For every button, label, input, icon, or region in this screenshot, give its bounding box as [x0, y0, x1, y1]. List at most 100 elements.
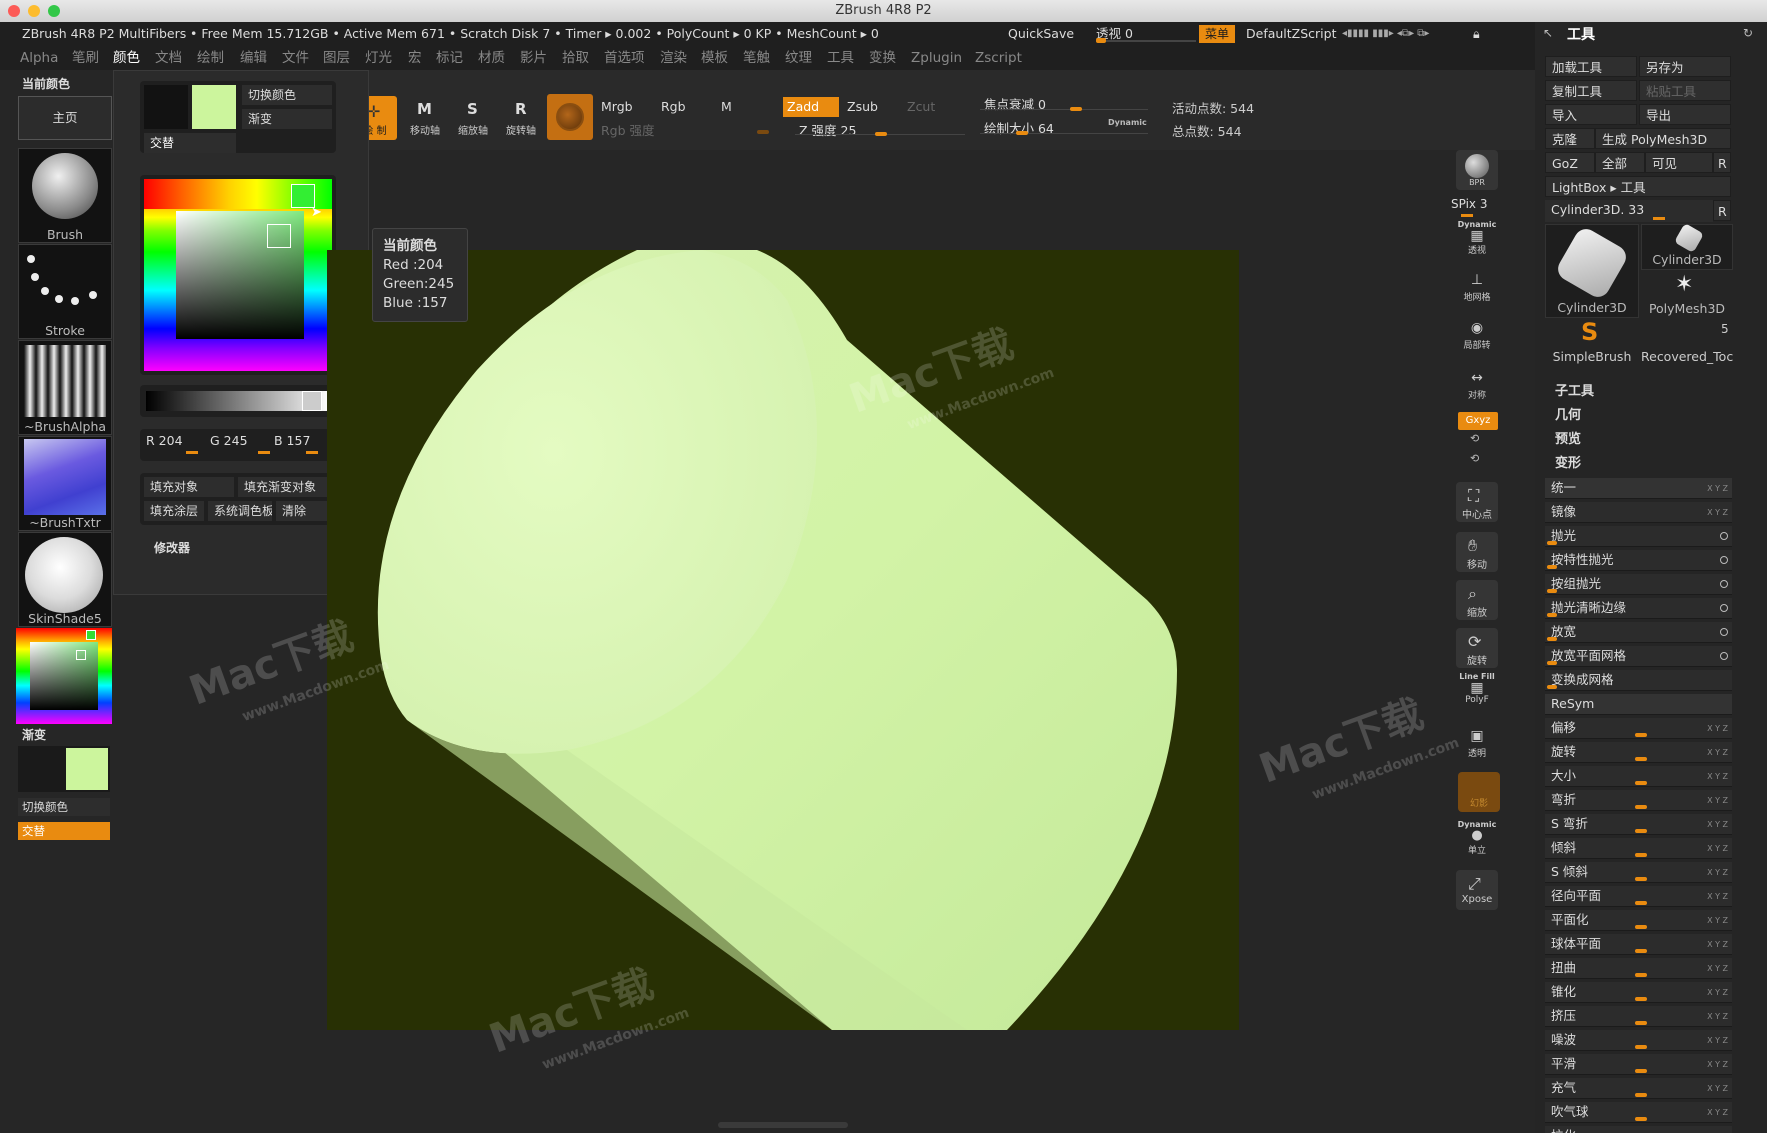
deform-slider[interactable]: 吹气球 X Y Z: [1545, 1102, 1732, 1123]
menu-macro[interactable]: 宏: [408, 46, 422, 70]
transparency-button[interactable]: ▣ 透明: [1454, 726, 1500, 766]
deform-slider[interactable]: 球体平面 X Y Z: [1545, 934, 1732, 955]
deform-slider[interactable]: 拉化 X Y Z: [1545, 1126, 1732, 1133]
deform-slider-knob[interactable]: [1635, 757, 1647, 761]
deform-slider-knob[interactable]: [1635, 853, 1647, 857]
deform-slider-axis-icon[interactable]: X Y Z: [1707, 767, 1728, 786]
deform-slider-dot-icon[interactable]: [1720, 556, 1728, 564]
deform-slider-knob[interactable]: [1635, 1117, 1647, 1121]
deform-slider[interactable]: 镜像 X Y Z: [1545, 502, 1732, 523]
z-intensity-slider[interactable]: Z 强度 25: [795, 120, 971, 138]
deform-slider-axis-icon[interactable]: X Y Z: [1707, 983, 1728, 1002]
deform-slider-knob[interactable]: [1635, 1021, 1647, 1025]
menu-zplugin[interactable]: Zplugin: [911, 46, 962, 70]
deform-slider-axis-icon[interactable]: X Y Z: [1707, 911, 1728, 930]
alpha-thumbnail[interactable]: ~BrushAlpha: [18, 340, 112, 435]
deform-slider[interactable]: 扭曲 X Y Z: [1545, 958, 1732, 979]
deform-slider-knob[interactable]: [1547, 685, 1557, 689]
deform-slider-knob[interactable]: [1635, 925, 1647, 929]
lightbox-tools-button[interactable]: LightBox ▸ 工具: [1545, 176, 1731, 197]
deform-slider[interactable]: 噪波 X Y Z: [1545, 1030, 1732, 1051]
sv-marker[interactable]: [267, 224, 291, 248]
palette-pin-icon[interactable]: ↖: [1543, 26, 1553, 40]
make-polymesh-button[interactable]: 生成 PolyMesh3D: [1595, 128, 1731, 149]
alternate-button[interactable]: 交替: [18, 822, 110, 840]
preview-section[interactable]: 预览: [1555, 428, 1581, 447]
spix-slider[interactable]: SPix 3: [1451, 197, 1501, 217]
xyz-toggle[interactable]: Gxyz: [1458, 412, 1498, 430]
rgb-intensity-slider[interactable]: Rgb 强度: [597, 120, 773, 138]
deform-slider-knob[interactable]: [1635, 1069, 1647, 1073]
deform-slider-dot-icon[interactable]: [1720, 604, 1728, 612]
deform-slider-knob[interactable]: [1635, 901, 1647, 905]
fill-gradient-button[interactable]: 填充渐变对象: [238, 477, 332, 497]
menu-transform[interactable]: 变换: [869, 46, 896, 70]
m-toggle[interactable]: M: [717, 97, 773, 117]
deform-slider[interactable]: ReSym: [1545, 694, 1732, 715]
z-intensity-knob[interactable]: [875, 132, 887, 136]
deform-slider-dot-icon[interactable]: [1720, 532, 1728, 540]
deform-slider-axis-icon[interactable]: X Y Z: [1707, 719, 1728, 738]
zoom-window-button[interactable]: [48, 5, 60, 17]
deform-slider-axis-icon[interactable]: X Y Z: [1707, 1031, 1728, 1050]
zcut-toggle[interactable]: Zcut: [903, 97, 959, 117]
deform-slider-axis-icon[interactable]: X Y Z: [1707, 791, 1728, 810]
spix-knob[interactable]: [1461, 214, 1473, 217]
deform-slider-knob[interactable]: [1547, 541, 1557, 545]
rgb-intensity-knob[interactable]: [757, 130, 769, 134]
primary-color-swatch[interactable]: [192, 85, 236, 129]
deform-slider[interactable]: 统一 X Y Z: [1545, 478, 1732, 499]
current-tool-knob[interactable]: [1653, 217, 1665, 220]
palette-refresh-icon[interactable]: ↻: [1743, 26, 1753, 40]
menu-light[interactable]: 灯光: [365, 46, 392, 70]
goz-r-button[interactable]: R: [1713, 152, 1731, 173]
green-slider[interactable]: G 245: [210, 433, 270, 457]
gray-ramp-slider[interactable]: [146, 391, 330, 411]
deform-slider[interactable]: 偏移 X Y Z: [1545, 718, 1732, 739]
goz-button[interactable]: GoZ: [1545, 152, 1595, 173]
deform-slider[interactable]: 挤压 X Y Z: [1545, 1006, 1732, 1027]
menu-render[interactable]: 渲染: [660, 46, 687, 70]
import-button[interactable]: 导入: [1545, 104, 1637, 125]
scale-gizmo-button[interactable]: S 缩放轴: [451, 96, 495, 140]
deform-slider[interactable]: 变换成网格: [1545, 670, 1732, 691]
deform-slider-axis-icon[interactable]: X Y Z: [1707, 887, 1728, 906]
local-button[interactable]: ◉ 局部转: [1454, 318, 1500, 358]
menu-color[interactable]: 颜色: [113, 46, 140, 70]
deform-slider-dot-icon[interactable]: [1720, 580, 1728, 588]
deform-slider[interactable]: 平面化 X Y Z: [1545, 910, 1732, 931]
current-tool-slider[interactable]: Cylinder3D. 33: [1545, 200, 1713, 222]
frame-button[interactable]: ⛶ 中心点: [1456, 482, 1498, 522]
deform-slider-knob[interactable]: [1547, 637, 1557, 641]
default-zscript-button[interactable]: DefaultZScript: [1246, 22, 1337, 46]
copy-tool-button[interactable]: 复制工具: [1545, 80, 1637, 101]
paste-tool-button[interactable]: 粘贴工具: [1639, 80, 1731, 101]
gray-ramp-marker[interactable]: [302, 391, 322, 411]
minimize-window-button[interactable]: [28, 5, 40, 17]
menu-draw[interactable]: 绘制: [197, 46, 224, 70]
color-swatches[interactable]: [18, 746, 110, 792]
deform-slider[interactable]: 充气 X Y Z: [1545, 1078, 1732, 1099]
export-button[interactable]: 导出: [1639, 104, 1731, 125]
main-color-swatch[interactable]: [66, 748, 108, 790]
lock-icon[interactable]: 🔒︎: [1473, 22, 1480, 46]
deform-slider-knob[interactable]: [1635, 805, 1647, 809]
fill-object-button[interactable]: 填充对象: [144, 477, 234, 497]
deform-slider[interactable]: 倾斜 X Y Z: [1545, 838, 1732, 859]
rgb-toggle[interactable]: Rgb: [657, 97, 713, 117]
deform-slider[interactable]: 按特性抛光: [1545, 550, 1732, 571]
draw-size-slider[interactable]: 绘制大小 64 Dynamic: [980, 118, 1150, 138]
rotate-button[interactable]: ⟳ 旋转: [1456, 628, 1498, 668]
goz-all-button[interactable]: 全部: [1595, 152, 1645, 173]
deform-slider-axis-icon[interactable]: X Y Z: [1707, 1055, 1728, 1074]
deform-slider[interactable]: 放宽平面网格: [1545, 646, 1732, 667]
menu-texture[interactable]: 纹理: [785, 46, 812, 70]
move-button[interactable]: ✋︎ 移动: [1456, 532, 1498, 572]
perspective-knob[interactable]: [1096, 38, 1106, 43]
deform-slider[interactable]: 径向平面 X Y Z: [1545, 886, 1732, 907]
clear-button[interactable]: 清除: [276, 501, 332, 521]
deform-slider-axis-icon[interactable]: X Y Z: [1707, 503, 1728, 522]
tool-thumb-cylinder-large[interactable]: Cylinder3D: [1545, 224, 1639, 318]
deformation-section[interactable]: 变形: [1555, 452, 1581, 471]
dynamic-toggle[interactable]: Dynamic: [1108, 118, 1147, 127]
